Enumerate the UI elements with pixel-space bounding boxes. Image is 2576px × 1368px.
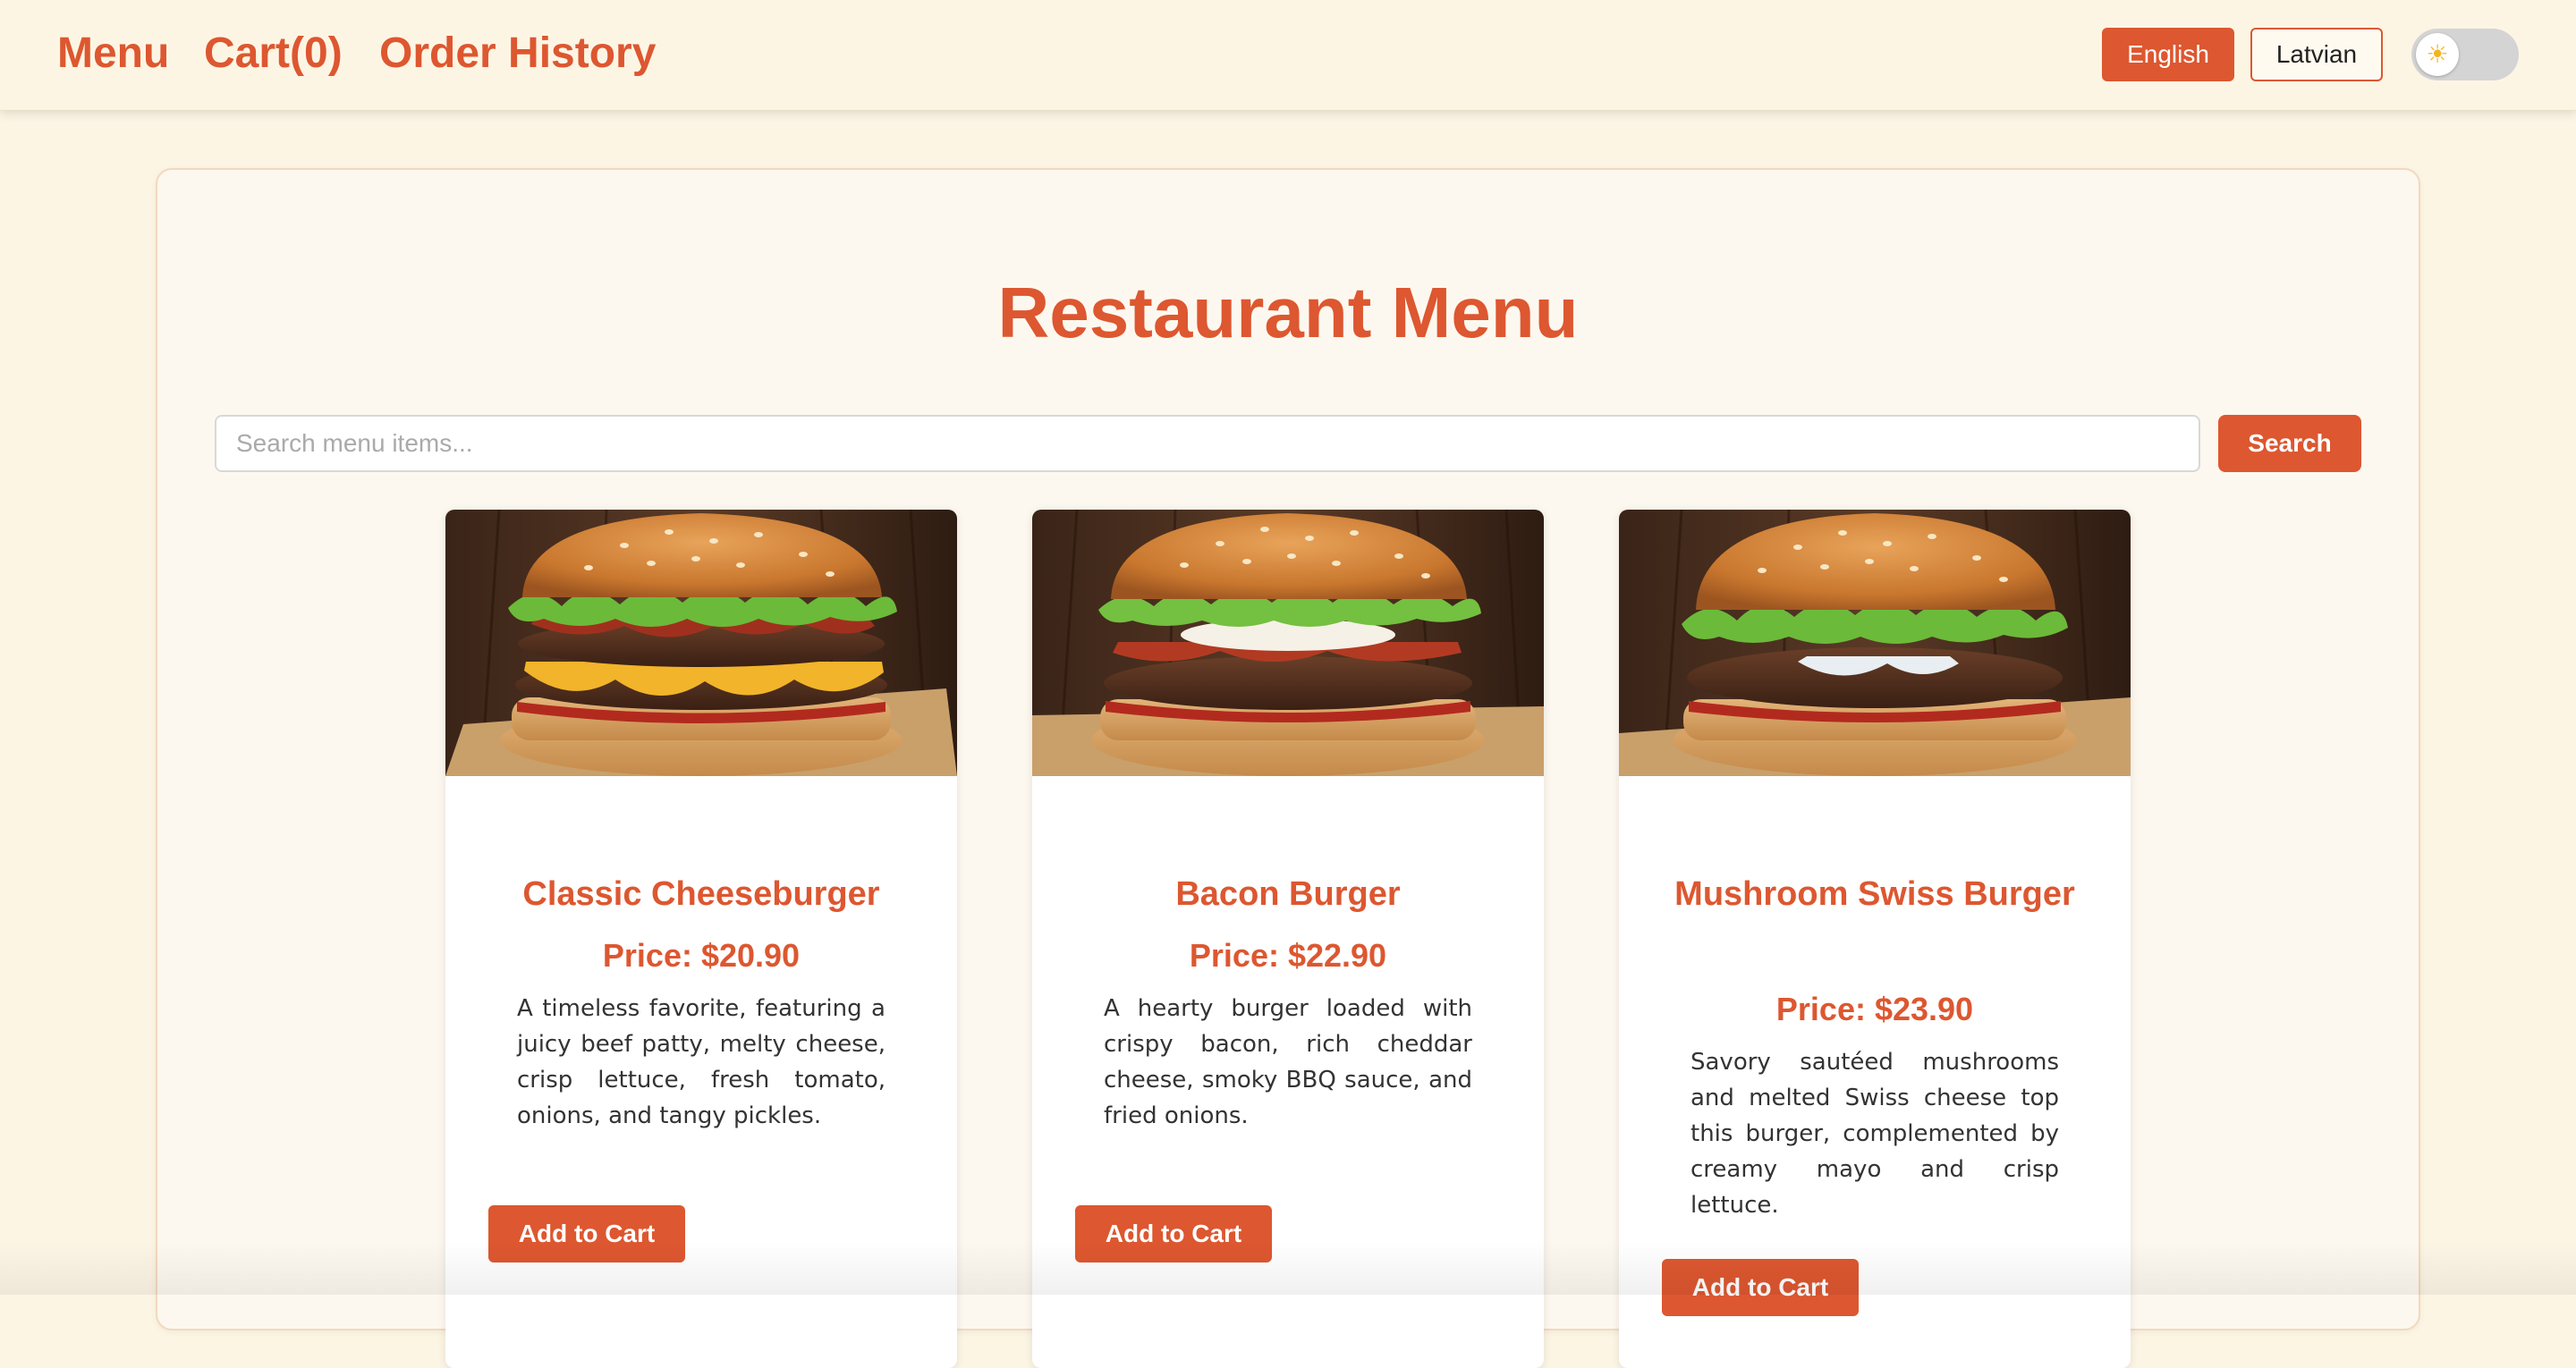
product-name: Classic Cheeseburger	[522, 875, 880, 913]
product-description: A hearty burger loaded with crispy bacon…	[1104, 995, 1472, 1129]
product-price: Price: $20.90	[602, 937, 801, 974]
add-to-cart-button[interactable]: Add to Cart	[1075, 1205, 1272, 1262]
theme-toggle[interactable]: ☀	[2411, 29, 2519, 80]
add-to-cart-button[interactable]: Add to Cart	[1662, 1259, 1859, 1316]
nav-cart-link[interactable]: Cart(0)	[204, 27, 343, 80]
sun-icon: ☀	[2416, 33, 2459, 76]
add-to-cart-button[interactable]: Add to Cart	[488, 1205, 685, 1262]
product-image	[445, 510, 957, 776]
search-input[interactable]	[215, 415, 2200, 472]
product-description: Savory sautéed mushrooms and melted Swis…	[1690, 1049, 2059, 1219]
product-card: Mushroom Swiss Burger Price: $23.90 Savo…	[1619, 510, 2131, 1368]
language-latvian-button[interactable]: Latvian	[2250, 28, 2383, 81]
nav-menu-link[interactable]: Menu	[57, 27, 169, 80]
language-english-button[interactable]: English	[2102, 28, 2234, 81]
top-navbar: Menu Cart(0) Order History English Latvi…	[0, 0, 2576, 111]
product-name: Mushroom Swiss Burger	[1674, 875, 2075, 913]
product-description: A timeless favorite, featuring a juicy b…	[517, 995, 886, 1129]
product-price: Price: $23.90	[1775, 991, 1974, 1027]
search-button[interactable]: Search	[2218, 415, 2361, 472]
product-card: Bacon Burger Price: $22.90 A hearty burg…	[1032, 510, 1544, 1368]
product-image	[1032, 510, 1544, 776]
page-title: Restaurant Menu	[997, 273, 1579, 352]
product-price: Price: $22.90	[1189, 937, 1387, 974]
product-name: Bacon Burger	[1175, 875, 1401, 913]
product-image	[1619, 510, 2131, 776]
product-card: Classic Cheeseburger Price: $20.90 A tim…	[445, 510, 957, 1368]
nav-order-history-link[interactable]: Order History	[379, 27, 656, 80]
